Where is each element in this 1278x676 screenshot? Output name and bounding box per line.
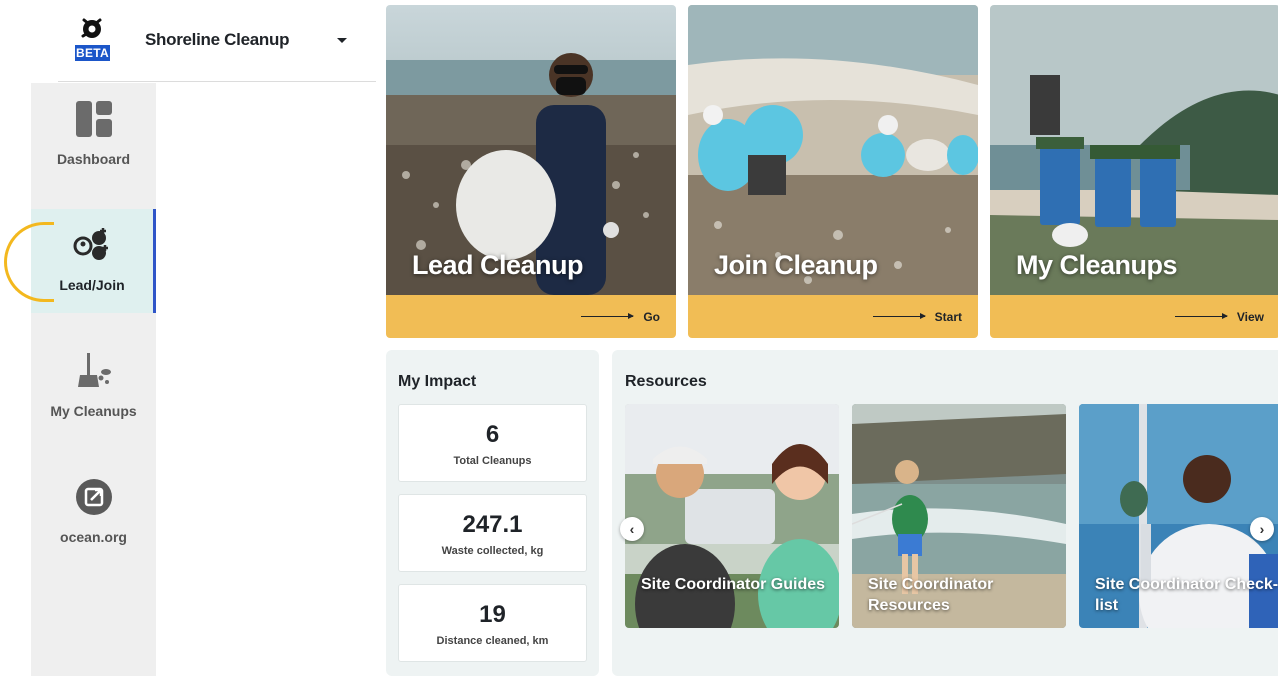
carousel-next-button[interactable]: › — [1250, 517, 1274, 541]
beta-badge: BETA — [75, 45, 110, 61]
resource-title: Site Coordinator Resources — [868, 576, 994, 614]
card-title: My Cleanups — [1016, 250, 1178, 280]
sidebar-item-ocean-org[interactable]: ocean.org — [31, 461, 156, 565]
stat-label: Total Cleanups — [453, 455, 532, 467]
resource-card-resources[interactable]: Site Coordinator Resources — [852, 404, 1066, 628]
resource-card-checklist[interactable]: Site Coordinator Check-list — [1079, 404, 1278, 628]
card-action-label: View — [1236, 309, 1264, 324]
stat-distance-cleaned: 19 Distance cleaned, km — [398, 584, 587, 662]
carousel-prev-button[interactable]: ‹ — [620, 517, 644, 541]
stat-label: Waste collected, kg — [441, 545, 544, 557]
view-button[interactable]: View — [990, 295, 1278, 338]
sidebar-item-dashboard[interactable]: Dashboard — [31, 83, 156, 187]
sidebar-item-label: Lead/Join — [59, 277, 125, 293]
stat-total-cleanups: 6 Total Cleanups — [398, 404, 587, 482]
sidebar: Dashboard Lead/Join My Cleanups ocean.or… — [31, 83, 156, 676]
stat-value: 247.1 — [462, 511, 523, 538]
start-button[interactable]: Start — [688, 295, 978, 338]
app-header: BETA Shoreline Cleanup — [58, 0, 376, 82]
resource-card-guides[interactable]: Site Coordinator Guides — [625, 404, 839, 628]
resources-panel: Resources Site Coordinator Guides Site C… — [612, 350, 1278, 676]
logo-mark-icon — [81, 18, 102, 38]
card-title: Join Cleanup — [714, 250, 878, 280]
my-impact-panel: My Impact 6 Total Cleanups 247.1 Waste c… — [386, 350, 599, 676]
my-cleanups-card[interactable]: My Cleanups View — [990, 5, 1278, 338]
resource-title: Site Coordinator Check-list — [1095, 576, 1278, 614]
sidebar-item-label: ocean.org — [60, 529, 127, 545]
dashboard-icon — [72, 97, 116, 141]
external-link-icon — [72, 475, 116, 519]
arrow-right-icon — [872, 313, 926, 319]
go-button[interactable]: Go — [386, 295, 676, 338]
sidebar-item-label: My Cleanups — [50, 403, 137, 419]
stat-value: 19 — [479, 601, 506, 628]
stat-value: 6 — [485, 421, 500, 448]
card-action-label: Start — [934, 309, 962, 324]
chevron-left-icon: ‹ — [629, 521, 635, 537]
highlight-ring — [4, 222, 54, 302]
card-action-label: Go — [643, 309, 660, 324]
stat-label: Distance cleaned, km — [436, 635, 549, 647]
people-add-icon — [70, 223, 114, 267]
chevron-down-icon[interactable] — [333, 31, 351, 49]
arrow-right-icon — [581, 313, 635, 319]
sidebar-item-label: Dashboard — [56, 151, 131, 167]
app-logo[interactable]: BETA — [74, 16, 110, 64]
resource-title: Site Coordinator Guides — [641, 576, 826, 593]
card-title: Lead Cleanup — [412, 250, 584, 280]
join-cleanup-card[interactable]: Join Cleanup Start — [688, 5, 978, 338]
sidebar-item-my-cleanups[interactable]: My Cleanups — [31, 335, 156, 439]
impact-heading: My Impact — [398, 373, 477, 390]
resources-heading: Resources — [625, 373, 707, 390]
stat-waste-collected: 247.1 Waste collected, kg — [398, 494, 587, 572]
arrow-right-icon — [1174, 313, 1228, 319]
lead-cleanup-card[interactable]: Lead Cleanup Go — [386, 5, 676, 338]
broom-icon — [72, 349, 116, 393]
app-title: Shoreline Cleanup — [145, 30, 290, 49]
chevron-right-icon: › — [1259, 521, 1265, 537]
